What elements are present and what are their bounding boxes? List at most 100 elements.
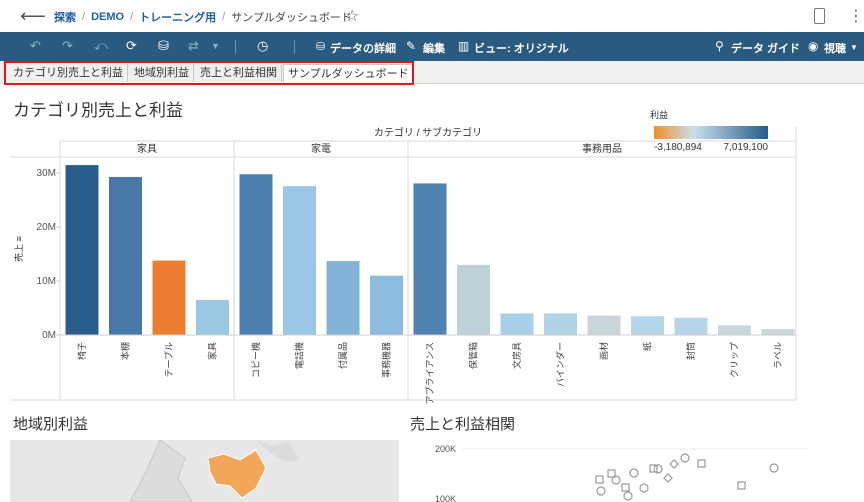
x-tick-label: バインダー xyxy=(555,342,566,387)
breadcrumb-current-page: サンプルダッシュボード xyxy=(231,12,352,24)
x-tick-label: 封筒 xyxy=(685,342,696,360)
toolbar-divider xyxy=(294,40,295,54)
scatter-point xyxy=(669,459,679,469)
sales-profit-scatter[interactable]: 200K 100K xyxy=(408,440,808,502)
scatter-points xyxy=(595,453,779,501)
scatter-point xyxy=(623,491,633,501)
x-tick-label: 家具 xyxy=(207,342,218,360)
scatter-point xyxy=(596,486,606,496)
data-details-icon: ⛁ xyxy=(316,41,326,53)
toolbar-divider xyxy=(235,40,236,54)
scatter-point xyxy=(639,483,649,493)
bar[interactable] xyxy=(500,313,534,335)
group-header-label: 家電 xyxy=(311,142,331,155)
x-tick-label: アプライアンス xyxy=(425,342,435,404)
bar[interactable] xyxy=(631,316,664,335)
scatter-section-title: 売上と利益相関 xyxy=(410,416,516,433)
legend-max-label: 7,019,100 xyxy=(724,142,769,153)
tabs-highlight-box xyxy=(4,61,414,85)
bar[interactable] xyxy=(413,183,447,335)
scatter-tick-200k: 200K xyxy=(435,444,456,454)
x-tick-label: ラベル xyxy=(773,342,783,369)
category-groups: 家具 家電 事務用品 xyxy=(137,141,622,400)
x-tick-label: 付属品 xyxy=(338,342,348,369)
revert-icon[interactable]: ⤺ xyxy=(94,38,108,54)
scatter-point xyxy=(621,483,630,492)
bar[interactable] xyxy=(544,313,577,335)
y-tick-label: 0M xyxy=(42,330,56,341)
bar[interactable] xyxy=(196,299,229,335)
breadcrumb-separator: / xyxy=(222,11,226,23)
x-tick-label: 本棚 xyxy=(120,342,131,360)
x-tick-label: コピー機 xyxy=(250,342,261,378)
data-guide-button[interactable]: データ ガイド xyxy=(731,40,800,56)
bar[interactable] xyxy=(718,325,751,335)
map-background xyxy=(10,440,399,502)
category-bar-chart: 利益 -3,180,894 7,019,100 カテゴリ / サブカテゴリ 売上… xyxy=(10,110,797,404)
watch-button[interactable]: 視聴 xyxy=(824,40,846,56)
scatter-point xyxy=(769,463,779,473)
bar[interactable] xyxy=(65,165,99,335)
scatter-point xyxy=(680,453,690,463)
bar[interactable] xyxy=(457,264,490,335)
x-tick-label: 電話機 xyxy=(294,342,305,369)
view-original-button[interactable]: ビュー: オリジナル xyxy=(474,40,569,56)
x-tick-label: 画材 xyxy=(598,342,609,360)
redo-icon[interactable]: ↷ xyxy=(62,38,73,54)
bar[interactable] xyxy=(326,261,360,335)
x-tick-label: 文房具 xyxy=(511,342,522,369)
scatter-point xyxy=(653,464,663,474)
edit-button[interactable]: 編集 xyxy=(423,40,445,56)
breadcrumb-link-demo[interactable]: DEMO xyxy=(91,11,124,23)
top-navigation-bar: ⟵ 探索 / DEMO / トレーニング用 / サンプルダッシュボード ☆ ⋮ xyxy=(0,0,864,32)
data-details-button[interactable]: データの詳細 xyxy=(330,40,396,56)
bar[interactable] xyxy=(761,329,795,335)
y-tick-label: 10M xyxy=(37,276,56,287)
performance-gauge-icon[interactable]: ◷ xyxy=(257,38,268,54)
pause-updates-icon[interactable]: ⇄ xyxy=(188,38,199,54)
dropdown-caret-icon[interactable]: ▼ xyxy=(211,41,220,51)
bar[interactable] xyxy=(674,317,708,335)
breadcrumb: 探索 / DEMO / トレーニング用 / サンプルダッシュボード xyxy=(54,9,352,25)
bars xyxy=(60,165,796,336)
edit-pencil-icon: ✎ xyxy=(406,39,417,53)
scatter-point xyxy=(737,481,746,490)
legend-min-label: -3,180,894 xyxy=(654,142,702,153)
undo-icon[interactable]: ↶ xyxy=(30,38,41,54)
japan-map-svg xyxy=(10,440,399,502)
device-preview-icon[interactable] xyxy=(814,8,825,24)
view-toolbar: ↶ ↷ ⤺ ⟳ ⛁ ⇄ ▼ ◷ ⛁ データの詳細 ✎ 編集 ▥ ビュー: オリジ… xyxy=(0,32,864,61)
breadcrumb-separator: / xyxy=(130,11,134,23)
y-ticks: 0M 10M 20M 30M xyxy=(37,168,60,341)
bar[interactable] xyxy=(109,176,142,335)
breadcrumb-link-training[interactable]: トレーニング用 xyxy=(139,9,216,25)
bar[interactable] xyxy=(283,186,316,335)
refresh-data-icon[interactable]: ⟳ xyxy=(126,38,137,54)
scatter-point xyxy=(663,473,673,483)
watch-caret-icon[interactable]: ▼ xyxy=(850,43,858,52)
back-arrow-icon[interactable]: ⟵ xyxy=(20,6,46,27)
x-tick-label: 保管箱 xyxy=(468,342,479,369)
x-tick-label: 紙 xyxy=(642,342,653,351)
favorite-star-icon[interactable]: ☆ xyxy=(345,6,359,26)
scatter-svg: 200K 100K xyxy=(435,444,808,502)
breadcrumb-link-explore[interactable]: 探索 xyxy=(54,9,76,25)
data-source-icon[interactable]: ⛁ xyxy=(158,38,169,54)
y-axis-label: 売上 ≡ xyxy=(13,236,24,262)
y-tick-label: 30M xyxy=(37,168,56,179)
bar[interactable] xyxy=(370,275,403,335)
bar[interactable] xyxy=(152,260,186,335)
column-header-title: カテゴリ / サブカテゴリ xyxy=(374,126,482,139)
legend-title: 利益 xyxy=(650,110,668,120)
x-tick-label: 椅子 xyxy=(76,342,87,360)
regional-profit-map[interactable] xyxy=(10,440,399,502)
scatter-point xyxy=(697,459,706,468)
scatter-point xyxy=(611,475,621,485)
scatter-point xyxy=(629,468,639,478)
view-chart-icon: ▥ xyxy=(458,39,470,53)
bar[interactable] xyxy=(587,315,621,335)
map-section-title: 地域別利益 xyxy=(13,416,89,433)
more-menu-icon[interactable]: ⋮ xyxy=(848,6,864,26)
bar[interactable] xyxy=(239,174,273,335)
x-labels: 椅子 本棚 テーブル 家具 コピー機 電話機 付属品 事務機器 アプライアンス 保管箱 文房具 バイン… xyxy=(76,342,783,404)
